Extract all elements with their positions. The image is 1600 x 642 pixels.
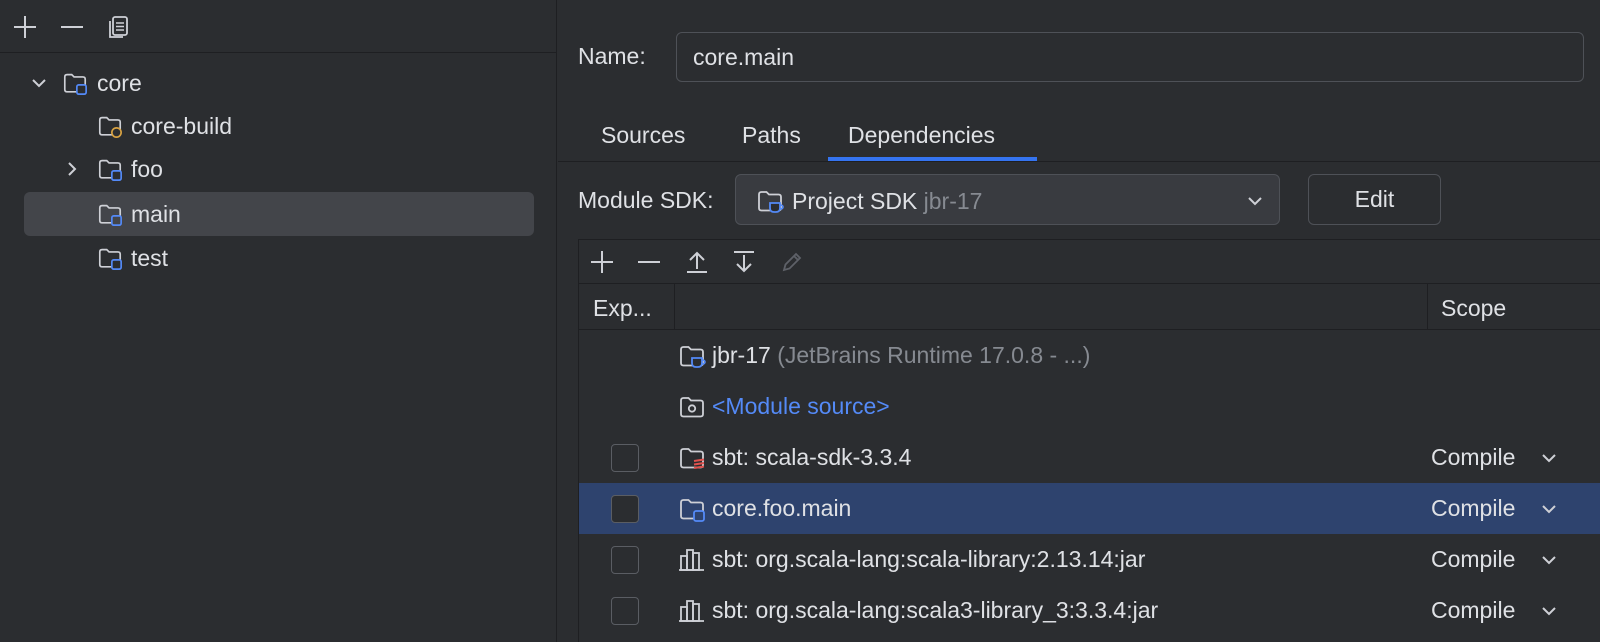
- tree-item-label: core-build: [131, 113, 232, 139]
- export-checkbox[interactable]: [611, 444, 639, 472]
- dependency-name[interactable]: <Module source>: [712, 393, 890, 420]
- module-folder-icon: [97, 156, 122, 181]
- table-row[interactable]: sbt: org.scala-lang:scala3-library_3:3.3…: [579, 585, 1600, 636]
- module-tree-toolbar: [0, 0, 557, 53]
- plus-icon[interactable]: [10, 12, 40, 42]
- tab-dependencies[interactable]: Dependencies: [848, 122, 995, 149]
- export-checkbox[interactable]: [611, 597, 639, 625]
- module-folder-icon: [678, 495, 705, 522]
- table-row[interactable]: sbt: scala-sdk-3.3.4 Compile: [579, 432, 1600, 483]
- dependencies-table-header: Exp... Scope: [579, 284, 1600, 330]
- module-name-input[interactable]: [676, 32, 1584, 82]
- scala-sdk-icon: [678, 444, 705, 469]
- dependency-name: sbt: org.scala-lang:scala-library:2.13.1…: [712, 546, 1146, 572]
- sdk-value-hint: jbr-17: [923, 188, 983, 214]
- module-folder-icon: [97, 245, 122, 270]
- scope-value[interactable]: Compile: [1431, 495, 1515, 522]
- column-separator: [1427, 284, 1428, 330]
- table-row[interactable]: <Module source>: [579, 381, 1600, 432]
- copy-icon[interactable]: [104, 12, 134, 42]
- module-folder-icon: [97, 201, 122, 226]
- table-row[interactable]: core.foo.main Compile: [579, 483, 1600, 534]
- tree-item-label: main: [131, 201, 181, 227]
- library-icon: [679, 549, 704, 571]
- module-folder-icon: [62, 70, 87, 95]
- chevron-down-icon[interactable]: [29, 73, 49, 93]
- tree-item-label: core: [97, 70, 142, 96]
- dependency-name-text: jbr-17: [712, 342, 771, 368]
- active-tab-indicator: [828, 157, 1037, 161]
- table-row[interactable]: jbr-17 (JetBrains Runtime 17.0.8 - ...): [579, 330, 1600, 381]
- build-module-folder-icon: [97, 113, 122, 138]
- tab-sources[interactable]: Sources: [601, 122, 685, 149]
- tree-item-label: foo: [131, 156, 163, 182]
- tree-item-core-build[interactable]: core-build: [24, 104, 534, 148]
- scope-value[interactable]: Compile: [1431, 546, 1515, 573]
- plus-icon[interactable]: [588, 248, 616, 276]
- scope-value[interactable]: Compile: [1431, 597, 1515, 624]
- dependency-name: sbt: org.scala-lang:scala3-library_3:3.3…: [712, 597, 1159, 623]
- module-settings-panel: Name: Sources Paths Dependencies Module …: [558, 0, 1600, 642]
- column-header-export[interactable]: Exp...: [593, 284, 652, 330]
- tree-item-core[interactable]: core: [24, 61, 534, 105]
- tab-paths[interactable]: Paths: [742, 122, 801, 149]
- tab-bar: Sources Paths Dependencies: [558, 108, 1600, 162]
- tree-item-foo[interactable]: foo: [24, 147, 534, 191]
- scope-value[interactable]: Compile: [1431, 444, 1515, 471]
- chevron-right-icon[interactable]: [62, 159, 82, 179]
- sdk-icon: [756, 187, 784, 213]
- move-up-icon[interactable]: [683, 248, 711, 276]
- chevron-down-icon[interactable]: [1539, 499, 1559, 519]
- column-separator: [674, 284, 675, 330]
- sdk-value: Project SDK jbr-17: [792, 188, 982, 215]
- export-checkbox[interactable]: [611, 546, 639, 574]
- name-label: Name:: [578, 43, 646, 69]
- chevron-down-icon[interactable]: [1539, 601, 1559, 621]
- minus-icon[interactable]: [635, 248, 663, 276]
- module-sdk-label: Module SDK:: [578, 187, 714, 213]
- move-down-icon[interactable]: [730, 248, 758, 276]
- chevron-down-icon[interactable]: [1539, 448, 1559, 468]
- sdk-value-name: Project SDK: [792, 188, 918, 214]
- minus-icon[interactable]: [57, 12, 87, 42]
- sdk-icon: [678, 342, 706, 368]
- chevron-down-icon: [1248, 197, 1262, 206]
- dependency-name: sbt: scala-sdk-3.3.4: [712, 444, 912, 470]
- module-sdk-dropdown[interactable]: Project SDK jbr-17: [735, 174, 1280, 225]
- chevron-down-icon[interactable]: [1539, 550, 1559, 570]
- dependency-name: core.foo.main: [712, 495, 852, 521]
- tree-item-test[interactable]: test: [24, 236, 534, 280]
- dependencies-toolbar: [579, 240, 1600, 284]
- tree-item-main[interactable]: main: [24, 192, 534, 236]
- dependencies-table: Exp... Scope jbr-17 (JetBrains Runtime 1…: [578, 239, 1600, 642]
- edit-sdk-button[interactable]: Edit: [1308, 174, 1441, 225]
- column-header-scope[interactable]: Scope: [1441, 284, 1506, 330]
- tree-item-label: test: [131, 245, 169, 271]
- export-checkbox[interactable]: [611, 495, 639, 523]
- dependency-name: jbr-17 (JetBrains Runtime 17.0.8 - ...): [712, 342, 1090, 369]
- library-icon: [679, 600, 704, 622]
- pencil-icon: [778, 248, 806, 276]
- module-source-icon: [678, 393, 706, 421]
- dependency-hint: (JetBrains Runtime 17.0.8 - ...): [777, 342, 1091, 368]
- table-row[interactable]: sbt: org.scala-lang:scala-library:2.13.1…: [579, 534, 1600, 585]
- module-tree-panel: core core-build foo main test: [0, 0, 557, 642]
